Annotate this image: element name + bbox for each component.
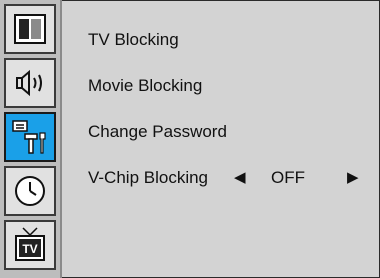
left-arrow-icon[interactable]: ◀	[234, 166, 246, 190]
menu-item-tv-blocking[interactable]: TV Blocking	[88, 28, 179, 52]
tab-setup[interactable]	[4, 112, 56, 162]
clock-icon	[13, 174, 47, 208]
menu-item-v-chip-blocking[interactable]: V-Chip Blocking	[88, 166, 208, 190]
right-arrow-icon[interactable]: ▶	[347, 166, 359, 190]
tv-icon: TV	[13, 225, 47, 265]
tab-channel[interactable]: TV	[4, 220, 56, 270]
parental-lock-menu: TV Blocking Movie Blocking Change Passwo…	[88, 0, 378, 278]
tab-picture[interactable]	[4, 4, 56, 54]
sound-icon	[12, 68, 48, 98]
v-chip-value: OFF	[271, 168, 305, 187]
tab-sound[interactable]	[4, 58, 56, 108]
menu-item-movie-blocking[interactable]: Movie Blocking	[88, 74, 202, 98]
tv-icon-label: TV	[22, 242, 37, 256]
setup-tools-icon	[10, 117, 50, 157]
menu-item-change-password[interactable]: Change Password	[88, 120, 227, 144]
menu-sidebar: TV	[0, 0, 62, 278]
tab-time[interactable]	[4, 166, 56, 216]
picture-icon	[13, 13, 47, 45]
